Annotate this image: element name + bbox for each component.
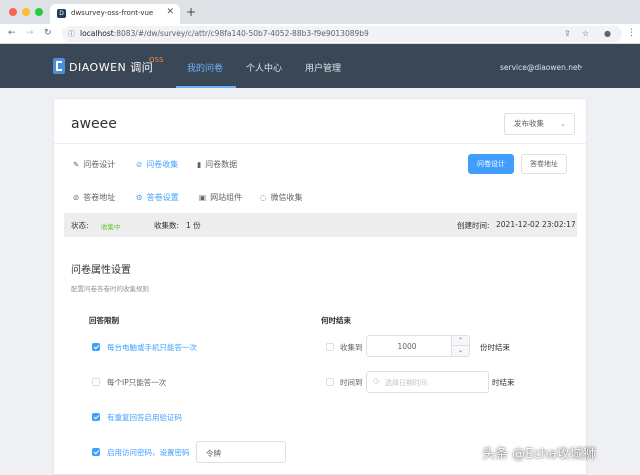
link-icon: ⊘ bbox=[136, 160, 143, 169]
tab-label: 微信收集 bbox=[270, 193, 303, 202]
tab-answer-settings[interactable]: ⚙ 答卷设置 bbox=[136, 192, 179, 203]
address-bar: ← → ↻ ⓘ localhost:8083/#/dw/survey/c/att… bbox=[0, 24, 640, 44]
chart-icon: ▮ bbox=[197, 160, 202, 169]
maximize-window-button[interactable] bbox=[35, 8, 43, 16]
user-menu[interactable]: service@diaowen.net bbox=[500, 63, 581, 72]
answer-limit-heading: 回答限制 bbox=[89, 316, 119, 325]
chevron-down-icon: ⌄ bbox=[560, 120, 566, 128]
nav-my-surveys[interactable]: 我的问卷 bbox=[187, 61, 223, 74]
brand-oss-badge: OSS bbox=[149, 56, 164, 64]
browser-tab-bar: D dwsurvey-oss-front-vue ✕ + bbox=[0, 0, 640, 24]
tab-label: 问卷收集 bbox=[146, 160, 179, 169]
watermark: 头条 @Echa攻城狮 bbox=[482, 447, 596, 462]
gear-icon: ⚙ bbox=[136, 193, 143, 202]
decrement-icon[interactable]: ⌄ bbox=[452, 346, 469, 356]
clock-icon: ◷ bbox=[373, 377, 380, 385]
nav-personal-center[interactable]: 个人中心 bbox=[246, 61, 282, 74]
tab-survey-design[interactable]: ✎ 问卷设计 bbox=[73, 159, 115, 170]
datetime-placeholder: 选择日期时间 bbox=[385, 379, 427, 387]
link-icon: ⊘ bbox=[73, 193, 80, 202]
count-label: 收集数: bbox=[154, 221, 180, 230]
tab-website-widget[interactable]: ▣ 网站组件 bbox=[199, 192, 242, 203]
status-label: 状态: bbox=[71, 221, 89, 230]
tab-label: 问卷数据 bbox=[205, 160, 238, 169]
chat-icon: ◌ bbox=[260, 193, 267, 202]
password-label[interactable]: 启用访问密码，设置密码 bbox=[107, 447, 190, 458]
one-per-device-label[interactable]: 每台电脑或手机只能答一次 bbox=[107, 342, 197, 353]
tab-label: 答卷设置 bbox=[146, 193, 179, 202]
forward-icon[interactable]: → bbox=[26, 28, 34, 38]
status-bar: 状态: 收集中 收集数: 1 份 创建时间: 2021-12-02 23:02:… bbox=[64, 213, 577, 237]
favicon-icon: D bbox=[57, 9, 66, 18]
tab-label: 网站组件 bbox=[210, 193, 243, 202]
settings-title: 问卷属性设置 bbox=[71, 265, 131, 276]
nav-active-indicator bbox=[176, 86, 236, 88]
publish-label: 发布收集 bbox=[514, 119, 544, 128]
page-title: aweee bbox=[71, 116, 117, 132]
minimize-window-button[interactable] bbox=[22, 8, 30, 16]
new-tab-icon[interactable]: + bbox=[186, 5, 196, 19]
password-field[interactable]: 令牌 bbox=[196, 441, 286, 463]
back-icon[interactable]: ← bbox=[8, 28, 16, 38]
tab-label: 问卷设计 bbox=[83, 160, 116, 169]
increment-icon[interactable]: ⌃ bbox=[452, 336, 469, 346]
browser-tab[interactable]: D dwsurvey-oss-front-vue ✕ bbox=[50, 4, 180, 24]
count-value: 1 份 bbox=[186, 221, 201, 230]
stepper-controls: ⌃ ⌄ bbox=[451, 336, 469, 356]
divider bbox=[54, 143, 586, 144]
app-header: DIAOWEN 调问 OSS 我的问卷 个人中心 用户管理 service@di… bbox=[0, 44, 640, 88]
end-by-count-suffix: 份时结束 bbox=[480, 343, 510, 352]
edit-icon: ✎ bbox=[73, 160, 80, 169]
url-host: localhost bbox=[80, 29, 114, 38]
password-checkbox[interactable] bbox=[92, 448, 100, 456]
survey-design-button[interactable]: 问卷设计 bbox=[468, 154, 514, 174]
settings-description: 配置问卷答卷时的收集规则 bbox=[71, 285, 149, 293]
widget-icon: ▣ bbox=[199, 193, 207, 202]
end-by-time-label[interactable]: 时间到 bbox=[340, 377, 363, 388]
reload-icon[interactable]: ↻ bbox=[44, 28, 52, 38]
end-by-time-suffix: 时结束 bbox=[492, 378, 515, 387]
tab-title: dwsurvey-oss-front-vue bbox=[71, 9, 154, 17]
menu-icon[interactable]: ⋮ bbox=[627, 28, 636, 38]
tab-wechat-collect[interactable]: ◌ 微信收集 bbox=[260, 192, 303, 203]
close-window-button[interactable] bbox=[9, 8, 17, 16]
chevron-down-icon[interactable]: ⌄ bbox=[578, 62, 584, 70]
tab-survey-collect[interactable]: ⊘ 问卷收集 bbox=[136, 159, 178, 170]
quantity-stepper[interactable]: 1000 ⌃ ⌄ bbox=[366, 335, 470, 357]
end-by-time-checkbox[interactable] bbox=[326, 378, 334, 386]
end-by-count-label[interactable]: 收集到 bbox=[340, 342, 363, 353]
close-icon[interactable]: ✕ bbox=[166, 7, 174, 17]
one-per-device-checkbox[interactable] bbox=[92, 343, 100, 351]
profile-icon[interactable]: ● bbox=[604, 29, 611, 38]
created-label: 创建时间: bbox=[457, 221, 490, 230]
quantity-value: 1000 bbox=[397, 342, 417, 351]
url-field[interactable]: ⓘ localhost:8083/#/dw/survey/c/attr/c98f… bbox=[62, 26, 622, 42]
one-per-ip-checkbox[interactable] bbox=[92, 378, 100, 386]
publish-dropdown[interactable]: 发布收集 ⌄ bbox=[504, 113, 575, 135]
one-per-ip-label[interactable]: 每个IP只能答一次 bbox=[107, 377, 166, 388]
answer-address-button[interactable]: 答卷地址 bbox=[521, 154, 567, 174]
nav-user-management[interactable]: 用户管理 bbox=[305, 61, 341, 74]
tab-label: 答卷地址 bbox=[83, 193, 116, 202]
created-value: 2021-12-02 23:02:17 bbox=[496, 220, 576, 229]
tab-answer-address[interactable]: ⊘ 答卷地址 bbox=[73, 192, 115, 203]
survey-card: aweee 发布收集 ⌄ ✎ 问卷设计 ⊘ 问卷收集 ▮ 问卷数据 问卷设计 答卷地址… bbox=[53, 98, 587, 475]
tab-survey-data[interactable]: ▮ 问卷数据 bbox=[197, 159, 237, 170]
info-icon[interactable]: ⓘ bbox=[68, 29, 75, 39]
status-badge: 收集中 bbox=[101, 223, 121, 231]
bookmark-star-icon[interactable]: ☆ bbox=[582, 29, 589, 38]
datetime-picker[interactable]: ◷ 选择日期时间 bbox=[366, 371, 489, 393]
url-path: :8083/#/dw/survey/c/attr/c98fa140-50b7-4… bbox=[113, 29, 369, 38]
password-value: 令牌 bbox=[206, 449, 221, 458]
logo-icon bbox=[53, 58, 65, 74]
share-icon[interactable]: ⇪ bbox=[564, 29, 571, 38]
captcha-label[interactable]: 有重复回答启用验证码 bbox=[107, 412, 182, 423]
end-by-count-checkbox[interactable] bbox=[326, 343, 334, 351]
end-time-heading: 何时结束 bbox=[321, 316, 351, 325]
brand-name: DIAOWEN 调问 bbox=[69, 61, 154, 74]
captcha-checkbox[interactable] bbox=[92, 413, 100, 421]
